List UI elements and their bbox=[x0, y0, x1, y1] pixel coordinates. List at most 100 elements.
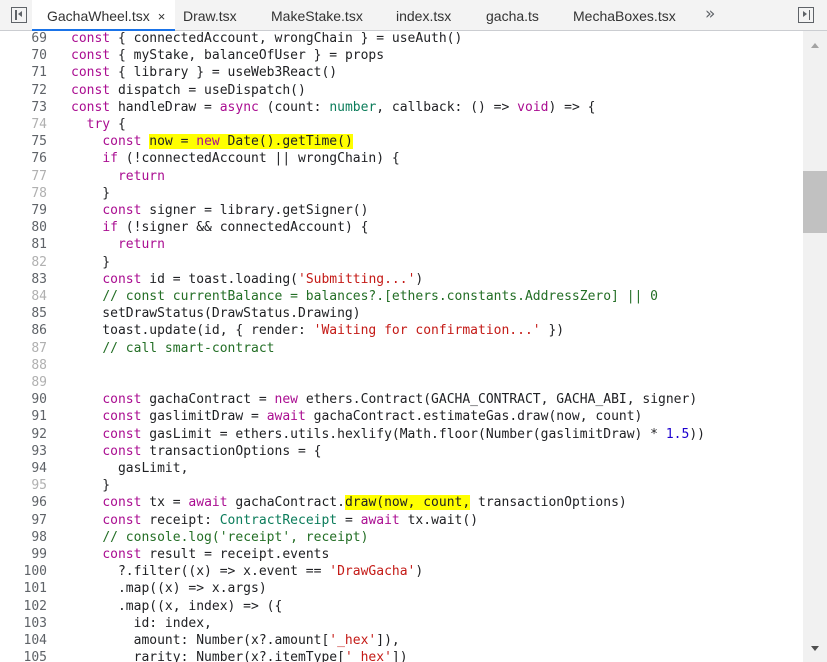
tab-gachawheel[interactable]: GachaWheel.tsx × bbox=[32, 0, 176, 31]
line-number[interactable]: 74 bbox=[0, 116, 47, 133]
line-number[interactable]: 70 bbox=[0, 47, 47, 64]
tab-label: gacha.ts bbox=[486, 8, 539, 24]
line-number[interactable]: 94 bbox=[0, 460, 47, 477]
line-number[interactable]: 82 bbox=[0, 254, 47, 271]
code-text: const id = toast.loading('Submitting...'… bbox=[71, 271, 423, 288]
line-number[interactable]: 83 bbox=[0, 271, 47, 288]
line-number[interactable]: 88 bbox=[0, 357, 47, 374]
tab-mechaboxes[interactable]: MechaBoxes.tsx bbox=[573, 0, 676, 30]
code-line: 84 // const currentBalance = balances?.[… bbox=[0, 288, 803, 305]
code-line: 74 try { bbox=[0, 116, 803, 133]
tab-index[interactable]: index.tsx bbox=[396, 0, 451, 30]
vertical-scrollbar[interactable] bbox=[803, 31, 827, 662]
line-number[interactable]: 85 bbox=[0, 305, 47, 322]
code-token: (!connectedAccount || wrongChain) { bbox=[117, 151, 400, 167]
code-text: .map((x, index) => ({ bbox=[71, 598, 282, 615]
line-number[interactable]: 81 bbox=[0, 236, 47, 253]
line-number[interactable]: 86 bbox=[0, 322, 47, 339]
code-text: ?.filter((x) => x.event == 'DrawGacha') bbox=[71, 563, 423, 580]
code-text: amount: Number(x?.amount['_hex']), bbox=[71, 632, 400, 649]
line-number[interactable]: 96 bbox=[0, 494, 47, 511]
code-token: 'Waiting for confirmation...' bbox=[313, 323, 541, 339]
line-number[interactable]: 76 bbox=[0, 150, 47, 167]
line-number[interactable]: 90 bbox=[0, 391, 47, 408]
line-number[interactable]: 69 bbox=[0, 31, 47, 47]
line-number[interactable]: 93 bbox=[0, 443, 47, 460]
code-token: const bbox=[102, 495, 142, 511]
code-token: )) bbox=[689, 426, 705, 442]
scrollbar-thumb[interactable] bbox=[803, 171, 827, 233]
code-text: gasLimit, bbox=[71, 460, 188, 477]
code-token: signer = library.getSigner() bbox=[141, 203, 369, 218]
code-line: 104 amount: Number(x?.amount['_hex']), bbox=[0, 632, 803, 649]
line-number[interactable]: 77 bbox=[0, 168, 47, 185]
toggle-navigator-icon[interactable] bbox=[11, 7, 27, 23]
highlighted-token: new bbox=[196, 134, 220, 150]
line-number[interactable]: 84 bbox=[0, 288, 47, 305]
code-text: return bbox=[71, 168, 165, 185]
line-number[interactable]: 72 bbox=[0, 82, 47, 99]
code-text: const transactionOptions = { bbox=[71, 443, 321, 460]
code-token: { myStake, balanceOfUser } = props bbox=[110, 48, 385, 64]
code-token: receipt: bbox=[141, 512, 220, 528]
code-text: // call smart-contract bbox=[71, 340, 274, 357]
highlighted-token: now = bbox=[149, 134, 197, 150]
code-line: 100 ?.filter((x) => x.event == 'DrawGach… bbox=[0, 563, 803, 580]
code-line: 71 const { library } = useWeb3React() bbox=[0, 64, 803, 81]
line-number[interactable]: 98 bbox=[0, 529, 47, 546]
code-token: 'DrawGacha' bbox=[329, 564, 416, 580]
tab-gacha[interactable]: gacha.ts bbox=[486, 0, 539, 30]
line-number[interactable]: 79 bbox=[0, 202, 47, 219]
line-number[interactable]: 99 bbox=[0, 546, 47, 563]
more-tabs-icon[interactable]: » bbox=[705, 4, 715, 24]
tab-makestake[interactable]: MakeStake.tsx bbox=[271, 0, 363, 30]
line-number[interactable]: 91 bbox=[0, 408, 47, 425]
line-number[interactable]: 80 bbox=[0, 219, 47, 236]
scroll-down-icon[interactable] bbox=[811, 646, 819, 651]
line-number[interactable]: 89 bbox=[0, 374, 47, 391]
editor-tab-bar: GachaWheel.tsx × Draw.tsx MakeStake.tsx i… bbox=[0, 0, 827, 31]
line-number[interactable]: 95 bbox=[0, 477, 47, 494]
code-token: if bbox=[102, 220, 118, 236]
line-number[interactable]: 104 bbox=[0, 632, 47, 649]
line-number[interactable]: 102 bbox=[0, 598, 47, 615]
tab-label: Draw.tsx bbox=[183, 8, 237, 24]
code-token: toast.update(id, { render: bbox=[71, 323, 314, 339]
line-number[interactable]: 73 bbox=[0, 99, 47, 116]
line-number[interactable]: 92 bbox=[0, 426, 47, 443]
line-number[interactable]: 78 bbox=[0, 185, 47, 202]
toggle-debugger-icon[interactable] bbox=[798, 7, 814, 23]
line-number[interactable]: 103 bbox=[0, 615, 47, 632]
line-number[interactable]: 101 bbox=[0, 580, 47, 597]
code-line: 85 setDrawStatus(DrawStatus.Drawing) bbox=[0, 305, 803, 322]
code-token: }) bbox=[540, 323, 565, 339]
line-number[interactable]: 100 bbox=[0, 563, 47, 580]
code-token: .map((x) => x.args) bbox=[71, 581, 267, 597]
tab-label: MakeStake.tsx bbox=[271, 8, 363, 24]
line-number[interactable]: 75 bbox=[0, 133, 47, 150]
code-token: void bbox=[517, 99, 549, 115]
code-token: await bbox=[360, 512, 400, 528]
code-line: 79 const signer = library.getSigner() bbox=[0, 202, 803, 219]
line-number[interactable]: 71 bbox=[0, 64, 47, 81]
code-text: const gachaContract = new ethers.Contrac… bbox=[71, 391, 697, 408]
code-text: const { library } = useWeb3React() bbox=[71, 64, 337, 81]
code-editor[interactable]: 69 const { connectedAccount, wrongChain }… bbox=[0, 31, 803, 662]
line-number[interactable]: 87 bbox=[0, 340, 47, 357]
line-number[interactable]: 105 bbox=[0, 649, 47, 662]
code-token: const bbox=[102, 392, 142, 408]
scroll-up-icon[interactable] bbox=[811, 43, 819, 48]
code-token: '_hex' bbox=[329, 633, 377, 648]
tab-draw[interactable]: Draw.tsx bbox=[183, 0, 237, 30]
code-line: 93 const transactionOptions = { bbox=[0, 443, 803, 460]
code-token: { library } = useWeb3React() bbox=[110, 65, 338, 81]
code-token: ]), bbox=[376, 633, 400, 648]
tab-label: index.tsx bbox=[396, 8, 452, 24]
code-text: const gasLimit = ethers.utils.hexlify(Ma… bbox=[71, 426, 705, 443]
line-number[interactable]: 97 bbox=[0, 512, 47, 529]
code-text: const receipt: ContractReceipt = await t… bbox=[71, 512, 478, 529]
close-tab-icon[interactable]: × bbox=[158, 9, 166, 24]
